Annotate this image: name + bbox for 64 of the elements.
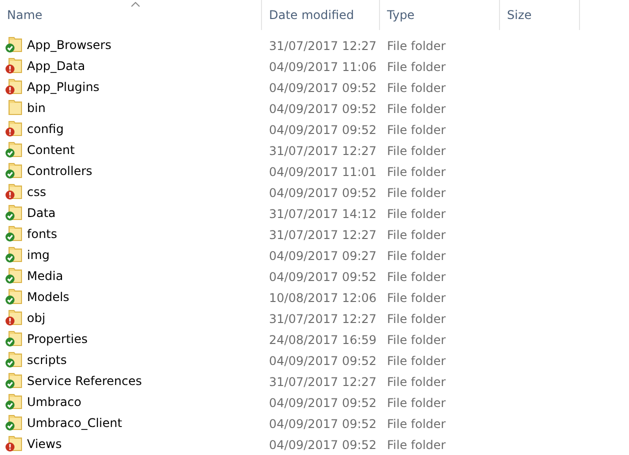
file-type: File folder: [387, 186, 446, 200]
date-modified: 31/07/2017 12:27: [269, 228, 377, 242]
date-modified: 04/09/2017 11:01: [269, 165, 377, 179]
file-name[interactable]: Media: [27, 268, 64, 282]
date-modified: 04/09/2017 09:52: [269, 81, 377, 95]
file-name[interactable]: App_Data: [27, 58, 86, 72]
date-modified: 31/07/2017 12:27: [269, 144, 377, 158]
file-name[interactable]: obj: [27, 310, 46, 324]
date-modified: 31/07/2017 12:27: [269, 312, 377, 326]
file-type: File folder: [387, 291, 446, 305]
column-header[interactable]: Type: [380, 0, 500, 30]
file-name[interactable]: App_Plugins: [27, 80, 100, 94]
date-modified: 04/09/2017 09:52: [269, 270, 377, 284]
file-type: File folder: [387, 207, 446, 221]
date-modified: 04/09/2017 09:52: [269, 123, 377, 137]
file-name[interactable]: Data: [27, 206, 56, 220]
date-modified: 04/09/2017 09:52: [269, 417, 377, 431]
file-type: File folder: [387, 417, 446, 431]
file-name[interactable]: Views: [27, 436, 62, 450]
file-type: File folder: [387, 228, 446, 242]
date-modified: 31/07/2017 12:27: [269, 39, 377, 53]
file-name[interactable]: Service References: [27, 374, 142, 388]
file-name[interactable]: Umbraco_Client: [27, 416, 122, 430]
file-name[interactable]: Content: [27, 142, 75, 156]
file-name[interactable]: Controllers: [27, 164, 92, 178]
file-type: File folder: [387, 375, 446, 389]
file-type: File folder: [387, 123, 446, 137]
file-name[interactable]: fonts: [27, 226, 58, 240]
date-modified: 24/08/2017 16:59: [269, 333, 377, 347]
date-modified: 04/09/2017 09:52: [269, 102, 377, 116]
file-name[interactable]: config: [27, 122, 64, 136]
file-type: File folder: [387, 60, 446, 74]
file-name[interactable]: Models: [27, 290, 70, 304]
file-type: File folder: [387, 333, 446, 347]
column-header[interactable]: Name: [0, 0, 262, 30]
date-modified: 04/09/2017 09:52: [269, 186, 377, 200]
column-header[interactable]: Size: [500, 0, 580, 30]
file-type: File folder: [387, 312, 446, 326]
file-type: File folder: [387, 144, 446, 158]
file-type: File folder: [387, 39, 446, 53]
file-type: File folder: [387, 165, 446, 179]
file-type: File folder: [387, 270, 446, 284]
date-modified: 10/08/2017 12:06: [269, 291, 377, 305]
date-modified: 04/09/2017 11:06: [269, 60, 377, 74]
date-modified: 04/09/2017 09:52: [269, 438, 377, 452]
file-name[interactable]: Properties: [27, 332, 88, 346]
file-type: File folder: [387, 102, 446, 116]
date-modified: 04/09/2017 09:52: [269, 354, 377, 368]
date-modified: 04/09/2017 09:27: [269, 249, 377, 263]
file-type: File folder: [387, 354, 446, 368]
file-type: File folder: [387, 81, 446, 95]
file-type: File folder: [387, 249, 446, 263]
date-modified: 31/07/2017 12:27: [269, 375, 377, 389]
file-type: File folder: [387, 438, 446, 452]
column-header[interactable]: Date modified: [262, 0, 380, 30]
file-name[interactable]: scripts: [27, 352, 67, 366]
file-name[interactable]: img: [27, 248, 50, 262]
file-type: File folder: [387, 396, 446, 410]
file-name[interactable]: Umbraco: [27, 394, 82, 408]
file-name[interactable]: css: [27, 184, 46, 198]
date-modified: 04/09/2017 09:52: [269, 396, 377, 410]
date-modified: 31/07/2017 14:12: [269, 207, 377, 221]
file-name[interactable]: App_Browsers: [27, 38, 112, 52]
file-name[interactable]: bin: [27, 100, 46, 114]
